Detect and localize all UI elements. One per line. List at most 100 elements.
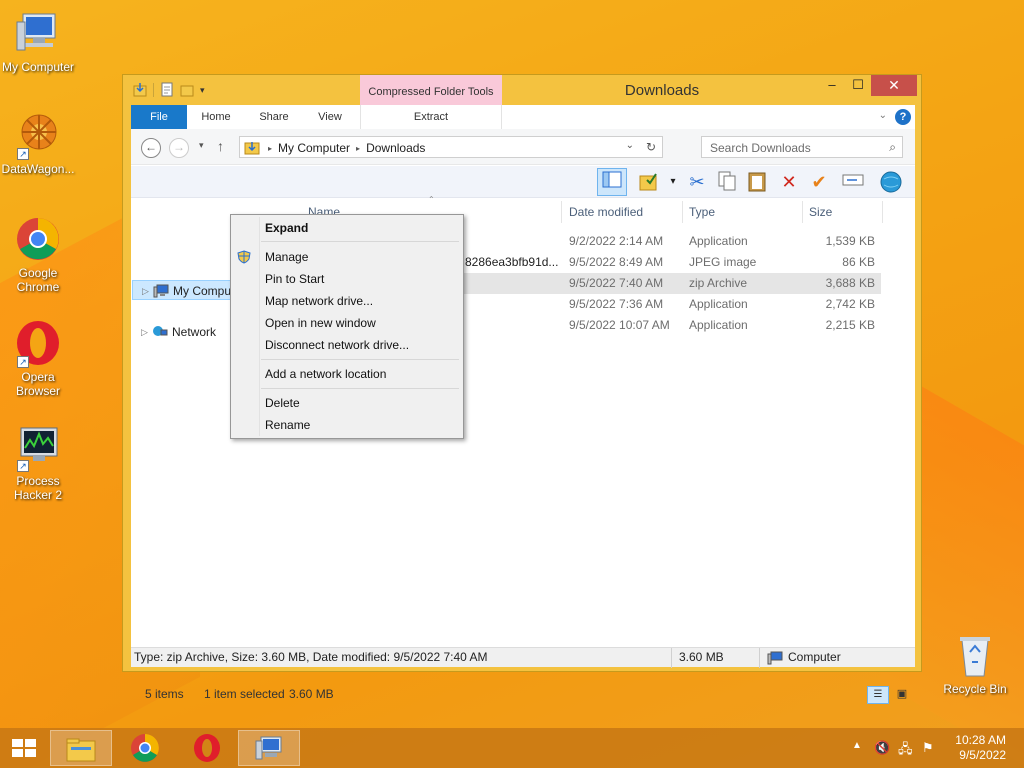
search-icon[interactable]: ⌕ xyxy=(889,140,896,155)
menu-item-delete[interactable]: Delete xyxy=(233,393,461,413)
search-input[interactable]: Search Downloads ⌕ xyxy=(701,136,903,158)
desktop-icon-process-hacker[interactable]: ↗ Process Hacker 2 xyxy=(0,424,76,502)
action-center-icon[interactable]: ⚑ xyxy=(922,740,934,756)
desktop-icon-recycle-bin[interactable]: Recycle Bin xyxy=(937,632,1013,696)
recycle-bin-icon xyxy=(952,632,998,678)
taskbar-chrome[interactable] xyxy=(114,730,176,766)
recent-locations-icon[interactable]: ▾ xyxy=(199,140,204,151)
file-type: Application xyxy=(689,297,748,311)
desktop-icon-datawagon[interactable]: ↗ DataWagon... xyxy=(0,112,76,176)
checkmark-icon[interactable]: ✔ xyxy=(807,170,831,194)
expand-arrow-icon[interactable]: ▷ xyxy=(142,281,149,301)
menu-separator xyxy=(261,241,459,242)
file-date: 9/5/2022 10:07 AM xyxy=(569,318,670,332)
tab-home[interactable]: Home xyxy=(191,105,241,129)
file-explorer-icon xyxy=(66,738,96,762)
menu-item-disconnect-network-drive[interactable]: Disconnect network drive... xyxy=(233,335,461,355)
menu-item-pin-to-start[interactable]: Pin to Start xyxy=(233,269,461,289)
details-text: Type: zip Archive, Size: 3.60 MB, Date m… xyxy=(134,650,488,664)
desktop-icon-my-computer[interactable]: My Computer xyxy=(0,10,76,74)
tab-share[interactable]: Share xyxy=(249,105,299,129)
computer-icon xyxy=(15,10,61,56)
globe-icon[interactable] xyxy=(879,170,903,194)
large-icons-view-icon[interactable]: ▣ xyxy=(893,686,911,704)
menu-separator xyxy=(261,388,459,389)
taskbar-opera[interactable] xyxy=(176,730,238,766)
menu-item-manage[interactable]: Manage xyxy=(233,247,461,267)
menu-item-rename[interactable]: Rename xyxy=(233,415,461,435)
paste-icon[interactable] xyxy=(745,170,769,194)
column-divider xyxy=(682,201,683,223)
file-size: 3,688 KB xyxy=(825,276,875,290)
file-type: JPEG image xyxy=(689,255,757,269)
desktop-icon-opera-browser[interactable]: ↗ Opera Browser xyxy=(0,320,76,398)
menu-item-expand[interactable]: Expand xyxy=(233,218,461,238)
column-divider xyxy=(802,201,803,223)
menu-item-add-network-location[interactable]: Add a network location xyxy=(233,364,461,384)
system-clock[interactable]: 10:28 AM 9/5/2022 xyxy=(955,733,1006,763)
title-bar[interactable]: ▾ Compressed Folder Tools Downloads – ☐ … xyxy=(123,75,921,105)
volume-muted-icon[interactable]: 🔇 xyxy=(874,740,890,756)
details-size: 3.60 MB xyxy=(679,650,724,664)
menu-item-map-network-drive[interactable]: Map network drive... xyxy=(233,291,461,311)
column-header-type[interactable]: Type xyxy=(689,201,715,223)
windows-logo-icon xyxy=(12,739,36,757)
back-button[interactable]: ← xyxy=(141,138,161,158)
address-bar[interactable]: ▸ My Computer ▸ Downloads ⌄ ↻ xyxy=(239,136,663,158)
column-header-size[interactable]: Size xyxy=(809,201,832,223)
tab-extract[interactable]: Extract xyxy=(360,105,502,129)
preview-pane-icon[interactable] xyxy=(597,168,627,196)
shortcut-arrow-icon: ↗ xyxy=(17,460,29,472)
up-button[interactable]: ↑ xyxy=(217,138,224,154)
tab-file[interactable]: File xyxy=(131,105,187,129)
show-hidden-icons-icon[interactable]: ▲ xyxy=(852,740,862,751)
computer-icon xyxy=(153,284,169,304)
clock-time: 10:28 AM xyxy=(955,733,1006,747)
refresh-icon[interactable]: ↻ xyxy=(646,140,656,154)
breadcrumb-my-computer[interactable]: My Computer xyxy=(278,141,350,155)
help-icon[interactable]: ? xyxy=(895,109,911,125)
close-button[interactable]: ✕ xyxy=(871,75,917,96)
expand-arrow-icon[interactable]: ▷ xyxy=(141,322,148,342)
taskbar-my-computer[interactable] xyxy=(238,730,300,766)
details-divider xyxy=(671,648,672,668)
file-size: 1,539 KB xyxy=(825,234,875,248)
column-header-date-modified[interactable]: Date modified xyxy=(569,201,643,223)
address-dropdown-icon[interactable]: ⌄ xyxy=(626,140,634,151)
taskbar: ▲ 🔇 🖧 ⚑ 10:28 AM 9/5/2022 xyxy=(0,728,1024,768)
window-title: Downloads xyxy=(624,82,700,99)
cut-icon[interactable]: ✂ xyxy=(685,170,709,194)
rename-icon[interactable] xyxy=(841,170,865,194)
start-button[interactable] xyxy=(0,730,48,766)
ribbon-tabs: File Home Share View Extract ⌄ ? xyxy=(131,105,915,129)
shortcut-arrow-icon: ↗ xyxy=(17,148,29,160)
sort-ascending-icon: ⌃ xyxy=(428,195,435,204)
desktop-icon-google-chrome[interactable]: Google Chrome xyxy=(0,216,76,294)
file-date: 9/5/2022 7:36 AM xyxy=(569,297,664,311)
ribbon-collapse-icon[interactable]: ⌄ xyxy=(879,110,887,121)
file-date: 9/5/2022 8:49 AM xyxy=(569,255,664,269)
command-toolbar: ▾ ✂ ✕ ✔ xyxy=(131,166,915,198)
breadcrumb-chevron-icon: ▸ xyxy=(356,143,361,153)
file-size: 2,215 KB xyxy=(825,318,875,332)
shortcut-arrow-icon: ↗ xyxy=(17,356,29,368)
details-location: Computer xyxy=(788,650,841,664)
file-date: 9/2/2022 2:14 AM xyxy=(569,234,664,248)
tab-view[interactable]: View xyxy=(305,105,355,129)
minimize-button[interactable]: – xyxy=(819,75,845,96)
taskbar-file-explorer[interactable] xyxy=(50,730,112,766)
file-date: 9/5/2022 7:40 AM xyxy=(569,276,664,290)
forward-button[interactable]: → xyxy=(169,138,189,158)
desktop-icon-label: Google Chrome xyxy=(16,266,60,294)
view-dropdown-icon[interactable]: ▾ xyxy=(661,170,685,194)
maximize-button[interactable]: ☐ xyxy=(845,75,871,96)
copy-icon[interactable] xyxy=(715,170,739,194)
details-bar: Type: zip Archive, Size: 3.60 MB, Date m… xyxy=(131,647,915,668)
folder-check-icon[interactable] xyxy=(637,170,661,194)
file-type: Application xyxy=(689,234,748,248)
network-status-icon[interactable]: 🖧 xyxy=(898,740,913,762)
breadcrumb-downloads[interactable]: Downloads xyxy=(366,141,425,155)
menu-item-open-new-window[interactable]: Open in new window xyxy=(233,313,461,333)
details-view-icon[interactable]: ☰ xyxy=(867,686,889,704)
delete-icon[interactable]: ✕ xyxy=(777,170,801,194)
